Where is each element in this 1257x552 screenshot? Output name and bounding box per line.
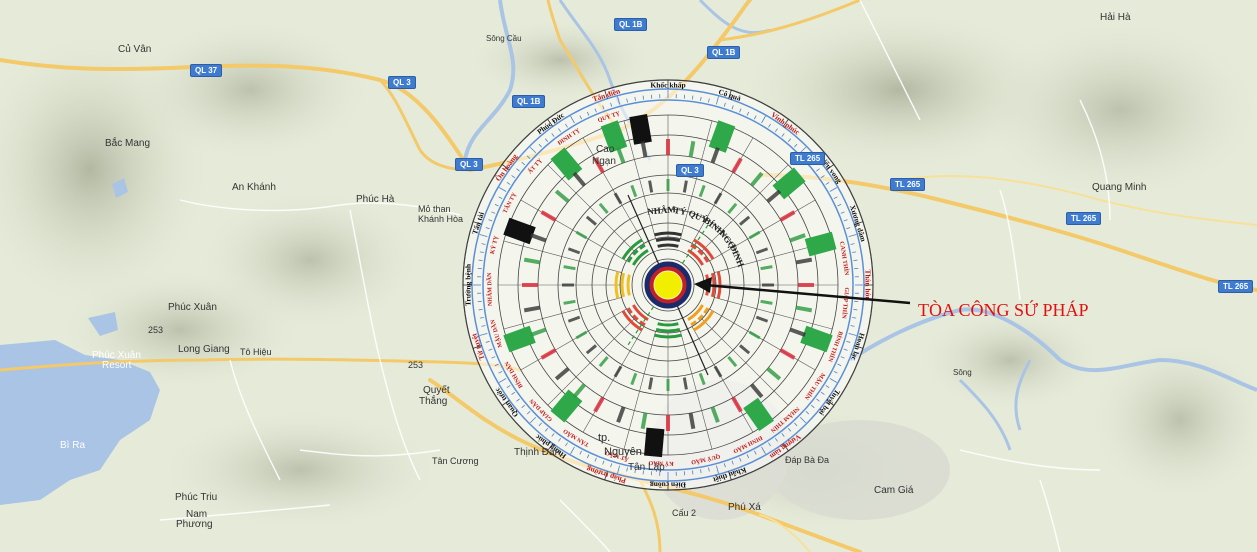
road-shield: TL 265 [790,152,826,165]
place-label: An Khánh [232,182,276,193]
road-shield: QL 3 [388,76,416,89]
center-dot [653,270,683,300]
road-label: Cấu 2 [672,508,697,518]
place-label: Quyết [423,385,450,396]
road-shield: QL 37 [190,64,223,77]
place-label: Thắng [419,396,448,407]
place-label: Phương [176,519,213,530]
callout-label: TÒA CÔNG SỨ PHÁP [918,300,1089,320]
place-label: Ngạn [592,156,616,167]
place-label: Sông Cầu [486,34,522,43]
place-label: Đáp Bà Đa [785,455,830,465]
place-label: tp. [598,432,611,444]
compass-inner-label: TÝ [673,205,687,217]
place-label: Nguyên [604,446,642,458]
road-shield: QL 1B [614,18,648,31]
place-label: Phúc Triu [175,492,218,503]
road-shield: TL 265 [1218,280,1254,293]
place-label: Mỏ than [418,204,451,214]
compass-outer-label: Trường bệnh [464,263,473,306]
compass-outer-label: Thân hôn [863,269,872,301]
road-shield: QL 3 [676,164,704,177]
road-shield: QL 1B [707,46,741,59]
road-label: 253 [408,360,424,370]
place-label: Tân Lập [628,462,665,473]
place-label: Long Giang [178,344,230,355]
place-label: Phúc Hà [356,194,395,205]
road-label: 253 [148,325,164,335]
place-label: Phúc Xuân [168,302,217,313]
road-shield: QL 1B [512,95,546,108]
place-label: Phú Xá [728,502,761,513]
road-label: Tô Hiệu [240,347,272,357]
compass-outer-label: Điên cuồng [650,480,686,489]
place-label: Củ Vân [118,44,152,55]
compass-cell [644,427,665,458]
place-label: Thịnh Đán [514,447,561,458]
road-shield: TL 265 [890,178,926,191]
place-label: Cam Giá [874,485,914,496]
compass-outer-label: Khốc khấp [650,81,685,90]
place-label: Tân Cương [432,456,479,466]
place-label: Cao [596,144,615,155]
map-view[interactable]: Tấn điền Khốc khấp Cô quả Vinh phúc Thiếu vo… [0,0,1257,552]
place-label: Bắc Mang [105,138,151,149]
road-shield: TL 265 [1066,212,1102,225]
place-label: Hải Hà [1100,12,1131,23]
compass-wheel: Tấn điềnKhốc khấpCô quảVinh phúcThiếu vo… [462,79,874,491]
place-label: Resort [102,360,132,371]
place-label: Sông [953,368,972,377]
place-label: Khánh Hòa [418,214,464,224]
place-label: Bì Ra [60,440,86,451]
road-shield: QL 3 [455,158,483,171]
place-label: Quang Minh [1092,182,1147,193]
